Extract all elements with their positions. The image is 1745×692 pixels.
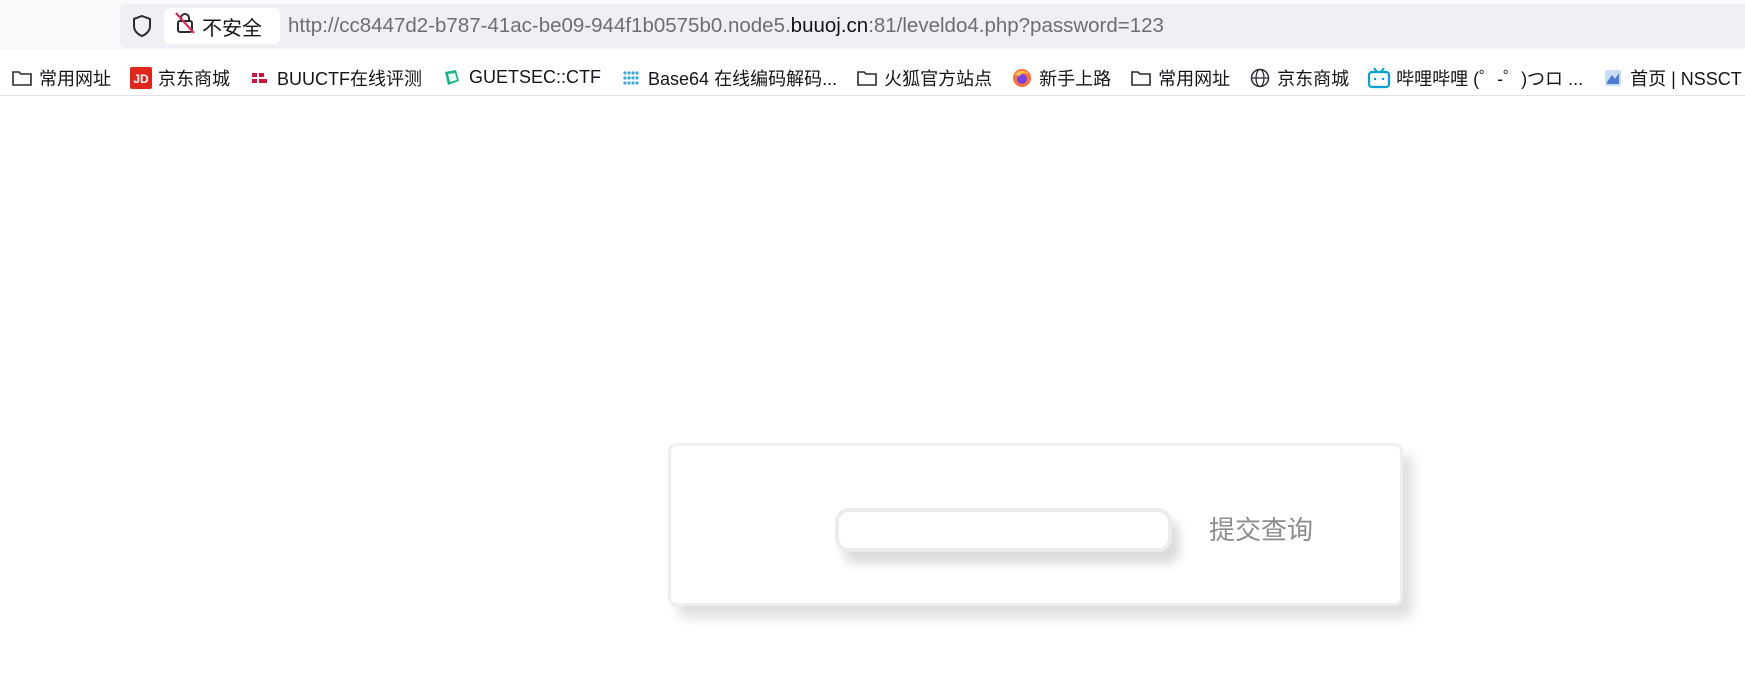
- bookmark-label: 京东商城: [1277, 68, 1350, 89]
- bookmark-item[interactable]: JD 京东商城: [129, 65, 230, 91]
- url-domain: buuoj.cn: [790, 14, 869, 37]
- bookmark-item[interactable]: GUETSEC::CTF: [440, 66, 601, 90]
- bookmark-item[interactable]: 常用网址: [10, 65, 111, 91]
- submit-button[interactable]: 提交查询: [1203, 508, 1319, 554]
- bookmark-folder[interactable]: 常用网址: [1129, 65, 1230, 91]
- buuctf-icon: [248, 66, 272, 90]
- jd-icon: JD: [129, 66, 153, 90]
- insecure-lock-icon: [174, 11, 196, 41]
- url-suffix: :81/leveldo4.php?password=123: [868, 14, 1164, 37]
- firefox-icon: [1010, 66, 1034, 90]
- password-form-card: 提交查询: [668, 443, 1403, 606]
- tracking-protection-shield-icon[interactable]: [130, 14, 154, 38]
- connection-not-secure-indicator[interactable]: 不安全: [164, 8, 280, 44]
- guetsec-icon: [440, 66, 464, 90]
- bookmark-label: GUETSEC::CTF: [469, 67, 602, 87]
- folder-icon: [855, 66, 879, 90]
- svg-text:JD: JD: [133, 72, 149, 86]
- bookmark-folder[interactable]: 火狐官方站点: [855, 65, 992, 91]
- url-text[interactable]: http://cc8447d2-b787-41ac-be09-944f1b057…: [288, 4, 1164, 48]
- bookmark-label: 京东商城: [158, 68, 230, 89]
- bookmark-item[interactable]: Base64 在线编码解码...: [619, 65, 837, 91]
- globe-icon: [1248, 66, 1272, 90]
- bookmark-item[interactable]: 新手上路: [1010, 65, 1111, 91]
- bookmark-label: BUUCTF在线评测: [277, 68, 422, 89]
- base64-icon: [619, 66, 643, 90]
- bookmark-label: 首页 | NSSCT: [1630, 68, 1742, 89]
- folder-icon: [1129, 66, 1153, 90]
- address-bar[interactable]: 不安全 http://cc8447d2-b787-41ac-be09-944f1…: [120, 4, 1745, 48]
- bookmark-item[interactable]: BUUCTF在线评测: [248, 65, 422, 91]
- bookmark-label: 新手上路: [1039, 68, 1112, 89]
- bookmark-item[interactable]: 首页 | NSSCT: [1601, 65, 1742, 91]
- bookmark-item[interactable]: 哔哩哔哩 (゜-゜)つロ ...: [1367, 65, 1583, 91]
- bookmark-label: 常用网址: [1158, 68, 1231, 89]
- password-input[interactable]: [835, 508, 1172, 552]
- bilibili-icon: [1367, 66, 1391, 90]
- bookmark-label: Base64 在线编码解码...: [648, 68, 838, 89]
- nssctf-icon: [1601, 66, 1625, 90]
- bookmark-label: 常用网址: [39, 68, 111, 89]
- bookmarks-toolbar: 常用网址 JD 京东商城 BUUCTF在线评测 GUETSEC::CTF Bas…: [0, 60, 1745, 96]
- bookmark-item[interactable]: 京东商城: [1248, 65, 1349, 91]
- bookmark-label: 火狐官方站点: [884, 68, 993, 89]
- insecure-label: 不安全: [202, 17, 262, 40]
- url-prefix: http://cc8447d2-b787-41ac-be09-944f1b057…: [288, 14, 791, 37]
- folder-icon: [10, 66, 34, 90]
- bookmark-label: 哔哩哔哩 (゜-゜)つロ ...: [1396, 68, 1584, 89]
- navigation-toolbar: 不安全 http://cc8447d2-b787-41ac-be09-944f1…: [0, 0, 1745, 50]
